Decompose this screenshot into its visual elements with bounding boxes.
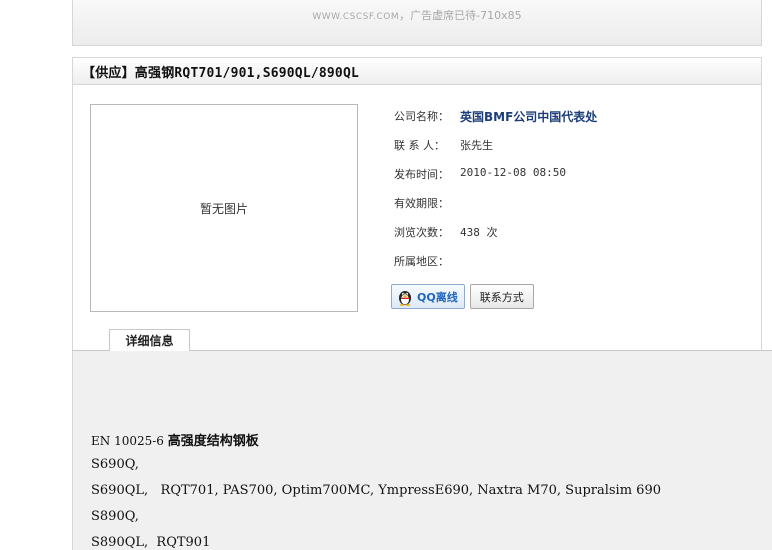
tab-detail-info-label: 详细信息 xyxy=(125,334,174,348)
view-count-label: 浏览次数： xyxy=(394,226,449,239)
detail-tab-strip: 详细信息 xyxy=(72,327,772,352)
contact-person-value: 张先生 xyxy=(460,139,493,152)
ad-site-text: WWW.CSCSF.COM xyxy=(312,12,400,22)
qq-offline-button[interactable]: QQ离线 xyxy=(391,284,465,309)
validity-label: 有效期限： xyxy=(394,197,449,210)
detail-standard-title: 高强度结构钢板 xyxy=(167,434,259,449)
detail-standard-code: EN 10025-6 xyxy=(91,434,168,448)
region-row: 所属地区： xyxy=(394,253,597,282)
qq-offline-label: QQ离线 xyxy=(417,290,458,304)
ad-placeholder-text: ，广告虚席已待-710x85 xyxy=(399,9,522,22)
contact-person-row: 联 系 人： 张先生 xyxy=(394,137,597,166)
contact-info-label: 联系方式 xyxy=(479,290,524,304)
view-count-value: 438 次 xyxy=(460,226,498,239)
qq-penguin-icon xyxy=(396,288,414,306)
product-title-bar: 【供应】高强钢RQT701/901,S690QL/890QL xyxy=(72,57,762,85)
tab-detail-info[interactable]: 详细信息 xyxy=(109,329,190,352)
detail-line-s890ql: S890QL, RQT901 xyxy=(91,535,211,550)
no-image-text: 暂无图片 xyxy=(199,201,248,216)
contact-info-button[interactable]: 联系方式 xyxy=(469,284,534,309)
company-label: 公司名称： xyxy=(394,110,449,123)
ad-banner[interactable]: WWW.CSCSF.COM，广告虚席已待-710x85 xyxy=(72,0,762,46)
product-info-panel: 暂无图片 公司名称： 英国BMF公司中国代表处 联 系 人： 张先生 发布时间：… xyxy=(72,85,762,351)
product-fields: 公司名称： 英国BMF公司中国代表处 联 系 人： 张先生 发布时间： 2010… xyxy=(394,108,597,282)
view-count-row: 浏览次数： 438 次 xyxy=(394,224,597,253)
region-label: 所属地区： xyxy=(394,255,449,268)
action-buttons: QQ离线 联系方式 xyxy=(391,284,534,309)
publish-date-row: 发布时间： 2010-12-08 08:50 xyxy=(394,166,597,195)
company-row: 公司名称： 英国BMF公司中国代表处 xyxy=(394,108,597,137)
detail-line-s690q: S690Q, xyxy=(91,457,139,472)
publish-date-label: 发布时间： xyxy=(394,168,449,181)
validity-row: 有效期限： xyxy=(394,195,597,224)
contact-person-label: 联 系 人： xyxy=(394,139,445,152)
publish-date-value: 2010-12-08 08:50 xyxy=(460,166,566,179)
product-title: 【供应】高强钢RQT701/901,S690QL/890QL xyxy=(82,65,360,81)
detail-content: EN 10025-6 高强度结构钢板 S690Q, S690QL, RQT701… xyxy=(72,351,772,550)
detail-line-standard: EN 10025-6 高强度结构钢板 xyxy=(91,430,259,449)
company-link[interactable]: 英国BMF公司中国代表处 xyxy=(460,108,597,125)
detail-line-s890q: S890Q, xyxy=(91,509,139,524)
product-image-placeholder: 暂无图片 xyxy=(90,104,358,312)
detail-line-s690ql: S690QL, RQT701, PAS700, Optim700MC, Ympr… xyxy=(91,483,661,498)
